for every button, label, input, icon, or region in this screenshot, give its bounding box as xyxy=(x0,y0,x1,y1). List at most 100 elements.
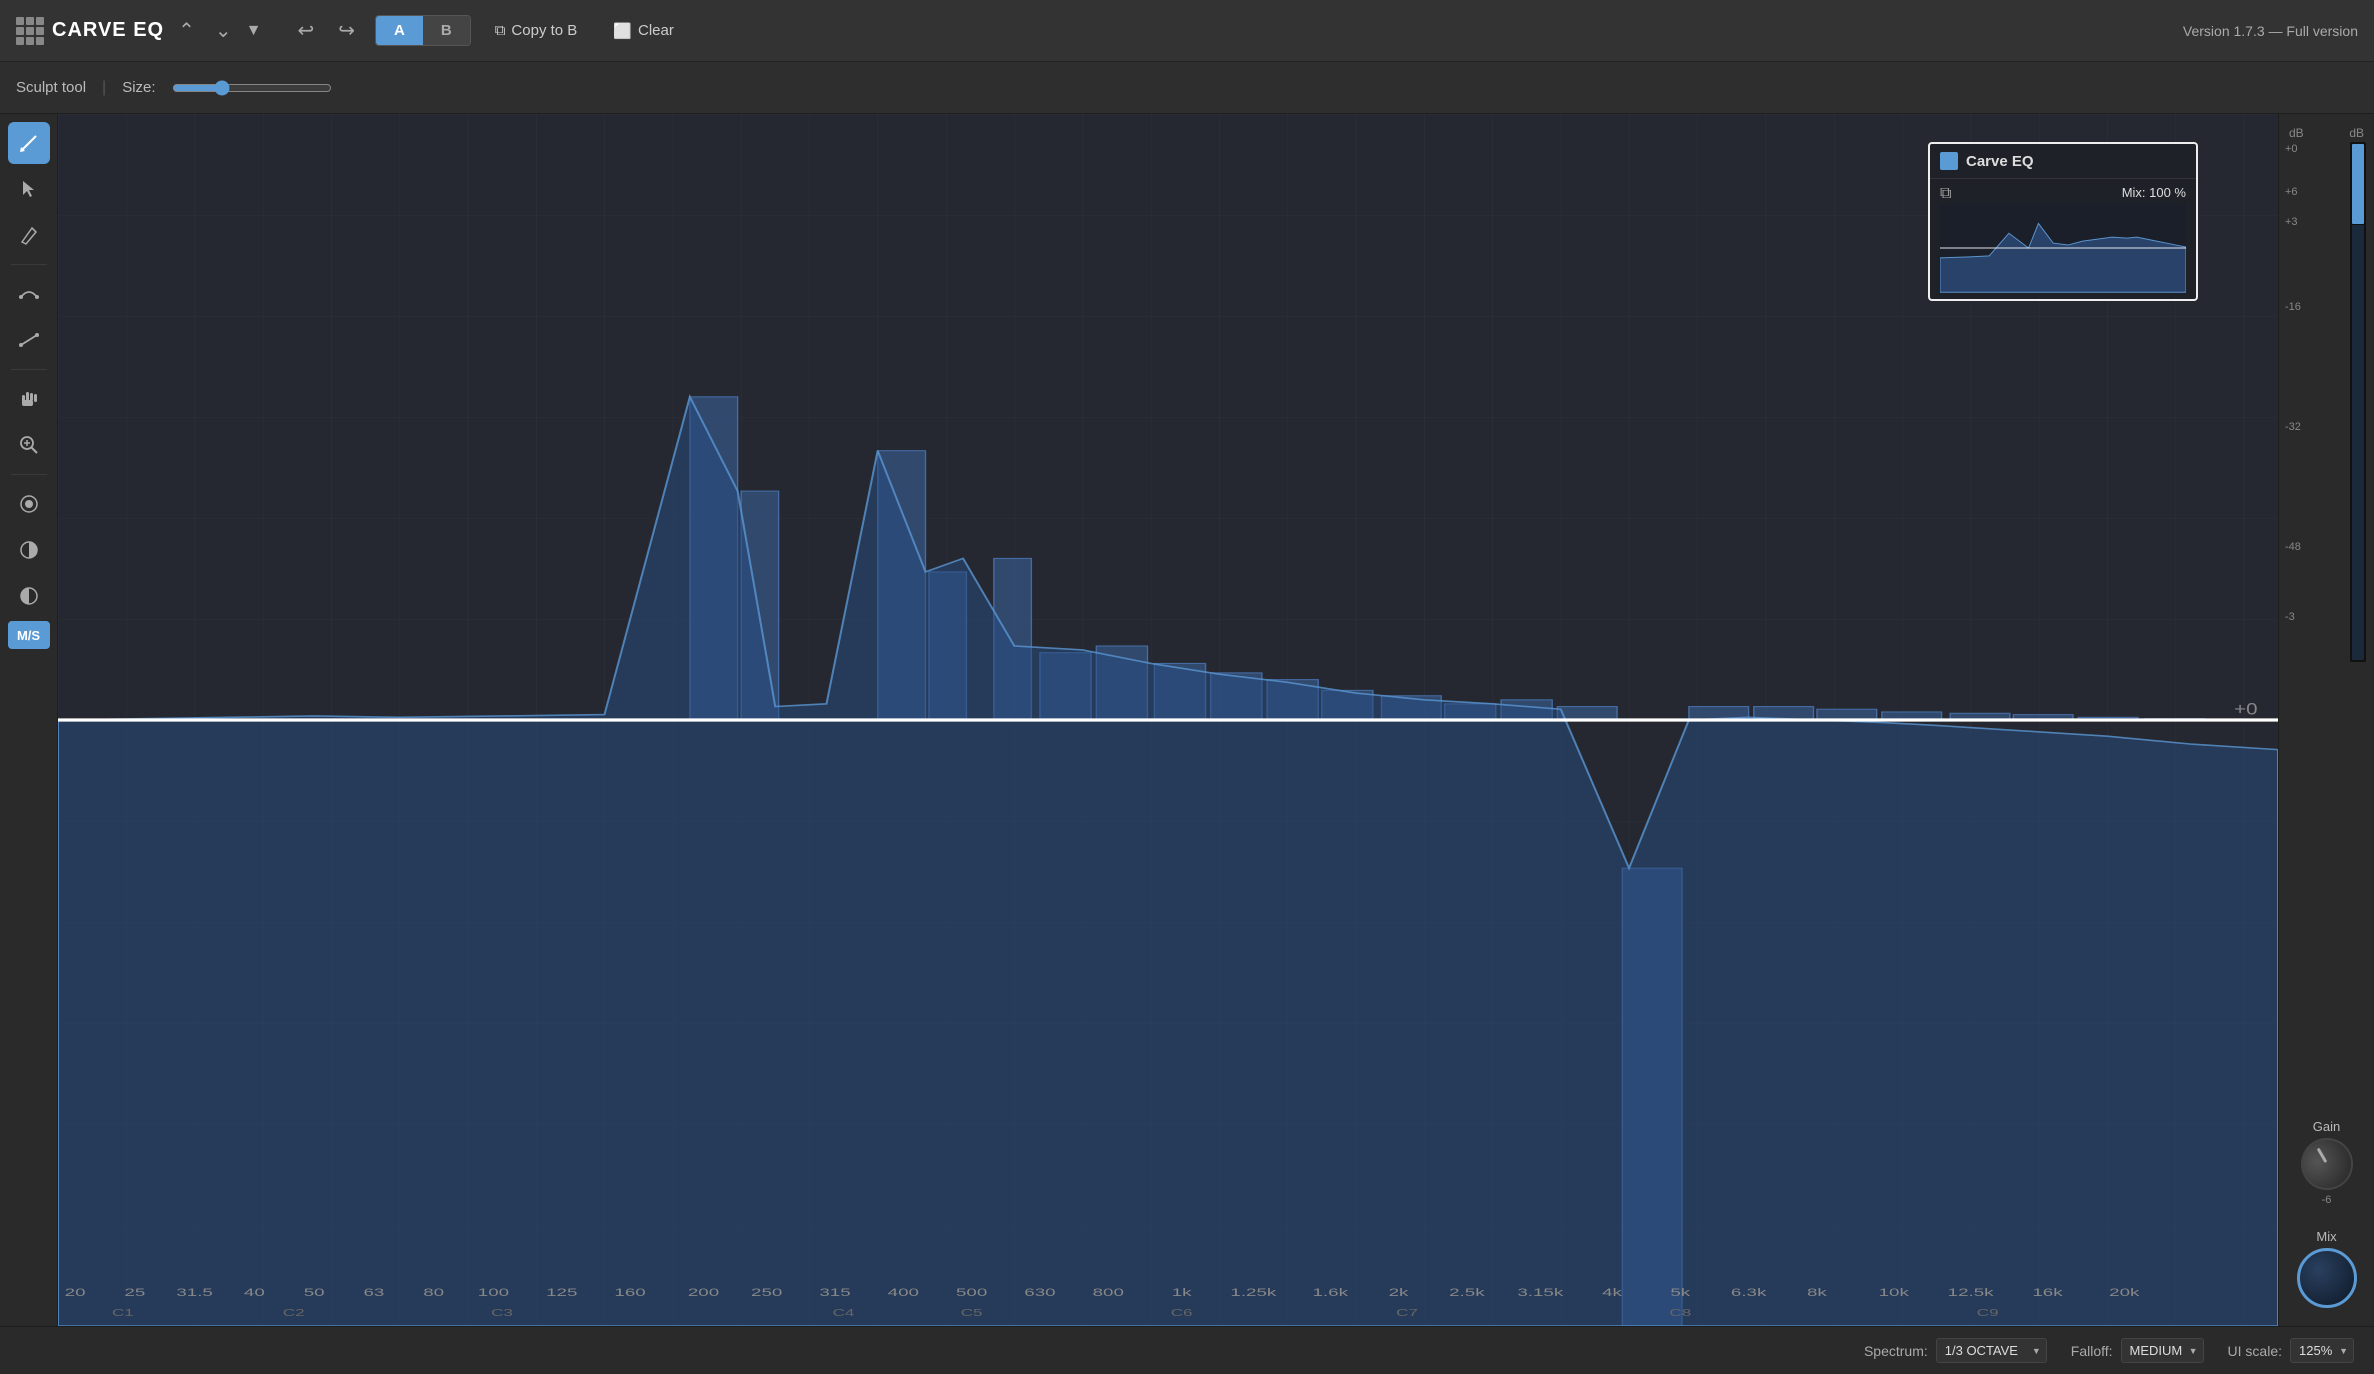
svg-text:800: 800 xyxy=(1093,1287,1124,1299)
copy-icon: ⧉ xyxy=(495,22,506,39)
select-tool-button[interactable] xyxy=(8,168,50,210)
ui-scale-select[interactable]: 100% 125% 150% 175% 200% xyxy=(2290,1338,2354,1363)
ab-group: A B xyxy=(375,15,471,46)
svg-text:C1: C1 xyxy=(112,1307,134,1318)
ui-scale-select-wrapper: 100% 125% 150% 175% 200% xyxy=(2290,1338,2354,1363)
tool-bar: Sculpt tool | Size: xyxy=(0,62,2374,114)
svg-text:C8: C8 xyxy=(1669,1307,1691,1318)
db-headers: dB dB xyxy=(2283,122,2370,140)
svg-text:4k: 4k xyxy=(1602,1287,1622,1299)
pencil-tool-button[interactable] xyxy=(8,214,50,256)
svg-text:2k: 2k xyxy=(1389,1287,1409,1299)
app-title: CARVE EQ xyxy=(52,19,164,42)
svg-text:40: 40 xyxy=(244,1287,265,1299)
preset-down-button[interactable]: ⌄ xyxy=(209,16,238,45)
db-label-minus48: -48 xyxy=(2285,542,2301,553)
svg-text:6.3k: 6.3k xyxy=(1731,1287,1767,1299)
size-slider-wrap xyxy=(172,80,332,96)
ab-b-button[interactable]: B xyxy=(423,16,470,45)
svg-text:400: 400 xyxy=(888,1287,919,1299)
size-slider[interactable] xyxy=(172,80,332,96)
x-axis-labels: 20 25 31.5 40 50 63 80 100 125 160 200 2… xyxy=(58,1286,2278,1326)
preset-dropdown-button[interactable]: ▼ xyxy=(246,22,262,40)
falloff-select-wrapper: FAST MEDIUM SLOW OFF xyxy=(2121,1338,2204,1363)
svg-text:1.6k: 1.6k xyxy=(1312,1287,1348,1299)
mix-label: Mix xyxy=(2316,1229,2336,1244)
top-bar: CARVE EQ ⌃ ⌄ ▼ ↩ ↪ A B ⧉ Copy to B ⬜ Cle… xyxy=(0,0,2374,62)
spectrum-group: Spectrum: 1/3 OCTAVE 1/6 OCTAVE 1/12 OCT… xyxy=(1864,1338,2047,1363)
eq-canvas-area[interactable]: +0 Carve EQ ⧉ Mix: 100 % 20 25 xyxy=(58,114,2278,1326)
ms-button[interactable]: M/S xyxy=(8,621,50,649)
db-header-left: dB xyxy=(2289,126,2304,140)
undo-button[interactable]: ↩ xyxy=(289,14,322,47)
mix-knob[interactable] xyxy=(2297,1248,2357,1308)
svg-text:C4: C4 xyxy=(833,1307,855,1318)
sculpt-tool-button[interactable] xyxy=(8,122,50,164)
side-mode-button[interactable] xyxy=(8,575,50,617)
gain-value: -6 xyxy=(2322,1194,2332,1206)
svg-text:50: 50 xyxy=(304,1287,325,1299)
gain-knob[interactable] xyxy=(2291,1128,2362,1199)
svg-text:C2: C2 xyxy=(283,1307,305,1318)
svg-text:C7: C7 xyxy=(1396,1307,1418,1318)
db-label-minus16: -16 xyxy=(2285,302,2301,313)
db-label-minus32: -32 xyxy=(2285,422,2301,433)
mini-copy-icon[interactable]: ⧉ xyxy=(1940,185,1951,202)
vu-bar-unlit xyxy=(2352,225,2364,660)
stereo-mode-button[interactable] xyxy=(8,483,50,525)
svg-text:63: 63 xyxy=(363,1287,384,1299)
spectrum-select[interactable]: 1/3 OCTAVE 1/6 OCTAVE 1/12 OCTAVE OFF xyxy=(1936,1338,2047,1363)
svg-text:125: 125 xyxy=(546,1287,577,1299)
gain-label: Gain xyxy=(2313,1119,2340,1134)
sculpt-tool-label: Sculpt tool xyxy=(16,79,86,96)
mini-preview-title: Carve EQ xyxy=(1966,153,2034,170)
curve-tilt-button[interactable] xyxy=(8,319,50,361)
db-label-0: +0 xyxy=(2285,144,2298,155)
ab-a-button[interactable]: A xyxy=(376,16,423,45)
redo-button[interactable]: ↪ xyxy=(330,14,363,47)
mid-mode-button[interactable] xyxy=(8,529,50,571)
mini-spectrum-svg xyxy=(1940,203,2186,293)
spectrum-label: Spectrum: xyxy=(1864,1343,1928,1359)
svg-text:80: 80 xyxy=(423,1287,444,1299)
db-header-right: dB xyxy=(2349,126,2364,140)
db-label-3: +3 xyxy=(2285,217,2298,228)
svg-text:2.5k: 2.5k xyxy=(1449,1287,1485,1299)
svg-text:C9: C9 xyxy=(1977,1307,1999,1318)
vu-meter xyxy=(2350,142,2366,662)
falloff-label: Falloff: xyxy=(2071,1343,2113,1359)
svg-text:20: 20 xyxy=(65,1287,86,1299)
svg-text:25: 25 xyxy=(124,1287,145,1299)
undo-redo-group: ↩ ↪ xyxy=(289,14,363,47)
mix-section: Mix xyxy=(2279,1229,2374,1308)
svg-text:10k: 10k xyxy=(1879,1287,1910,1299)
bottom-bar: Spectrum: 1/3 OCTAVE 1/6 OCTAVE 1/12 OCT… xyxy=(0,1326,2374,1374)
svg-text:160: 160 xyxy=(614,1287,645,1299)
ui-scale-group: UI scale: 100% 125% 150% 175% 200% xyxy=(2228,1338,2354,1363)
hand-tool-button[interactable] xyxy=(8,378,50,420)
db-label-6: +6 xyxy=(2285,187,2298,198)
svg-text:C3: C3 xyxy=(491,1307,513,1318)
size-label: Size: xyxy=(122,79,155,96)
curve-smooth-button[interactable] xyxy=(8,273,50,315)
logo-area: CARVE EQ ⌃ ⌄ ▼ xyxy=(16,16,261,45)
falloff-select[interactable]: FAST MEDIUM SLOW OFF xyxy=(2121,1338,2204,1363)
copy-to-b-button[interactable]: ⧉ Copy to B xyxy=(483,16,590,45)
svg-text:+0: +0 xyxy=(2234,700,2257,718)
zoom-tool-button[interactable] xyxy=(8,424,50,466)
clear-button[interactable]: ⬜ Clear xyxy=(601,16,686,46)
spectrum-select-wrapper: 1/3 OCTAVE 1/6 OCTAVE 1/12 OCTAVE OFF xyxy=(1936,1338,2047,1363)
gain-section: Gain -6 xyxy=(2279,1119,2374,1206)
svg-text:C5: C5 xyxy=(961,1307,983,1318)
vu-bar-lit xyxy=(2352,144,2364,224)
main-area: M/S xyxy=(0,114,2374,1326)
preset-up-button[interactable]: ⌃ xyxy=(172,16,201,45)
svg-text:315: 315 xyxy=(819,1287,850,1299)
mini-preview-header: Carve EQ xyxy=(1930,144,2196,179)
version-text: Version 1.7.3 — Full version xyxy=(2183,23,2358,39)
svg-text:16k: 16k xyxy=(2032,1287,2063,1299)
clear-label: Clear xyxy=(638,22,674,39)
svg-text:12.5k: 12.5k xyxy=(1948,1287,1994,1299)
falloff-group: Falloff: FAST MEDIUM SLOW OFF xyxy=(2071,1338,2204,1363)
left-toolbar: M/S xyxy=(0,114,58,1326)
